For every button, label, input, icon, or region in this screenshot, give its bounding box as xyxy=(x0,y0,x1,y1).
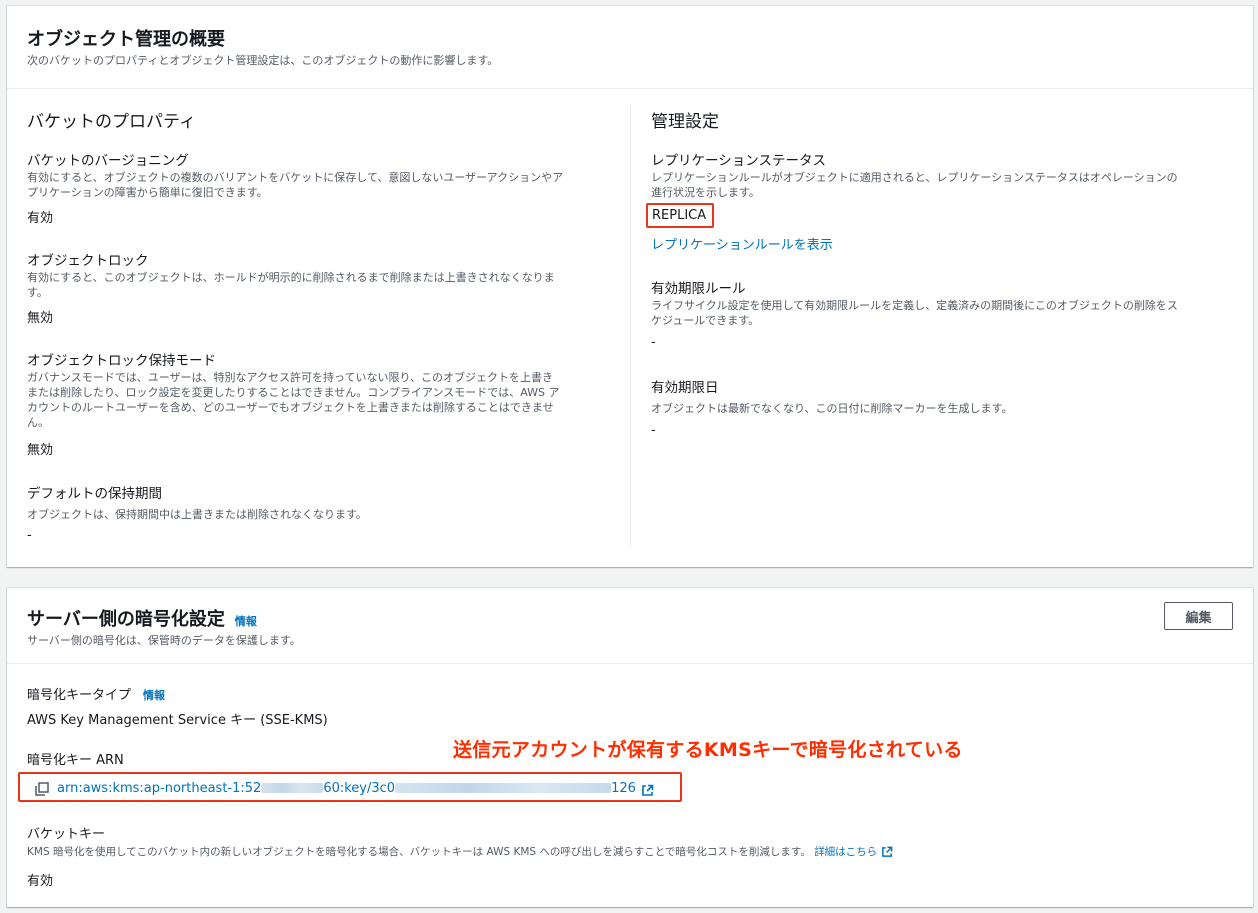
lock-mode-label: オブジェクトロック保持モード xyxy=(27,353,216,369)
external-link-icon[interactable] xyxy=(641,782,654,796)
edit-button[interactable]: 編集 xyxy=(1164,602,1233,630)
expiration-date-description: オブジェクトは最新でなくなり、この日付に削除マーカーを生成します。 xyxy=(651,402,1013,415)
view-replication-rules-link[interactable]: レプリケーションルールを表示 xyxy=(651,234,833,253)
bucket-key-description: KMS 暗号化を使用してこのバケット内の新しいオブジェクトを暗号化する場合、バケ… xyxy=(27,845,893,860)
replication-status-label: レプリケーションステータス xyxy=(651,153,826,169)
versioning-description: 有効にすると、オブジェクトの複数のバリアントをバケットに保存して、意図しないユー… xyxy=(27,171,564,199)
versioning-value: 有効 xyxy=(27,211,54,226)
redacted-key-id xyxy=(395,783,612,793)
key-arn-row: arn:aws:kms:ap-northeast-1:52 60:key/3c0 1… xyxy=(35,777,654,799)
key-arn-label: 暗号化キー ARN xyxy=(27,753,124,768)
encryption-info-link[interactable]: 情報 xyxy=(235,615,257,628)
retention-description: オブジェクトは、保持期間中は上書きまたは削除されなくなります。 xyxy=(27,508,367,521)
key-type-label: 暗号化キータイプ 情報 xyxy=(27,688,166,703)
object-lock-description: 有効にすると、このオブジェクトは、ホールドが明示的に削除されるまで削除または上書… xyxy=(27,271,555,299)
object-management-description: 次のバケットのプロパティとオブジェクト管理設定は、このオブジェクトの動作に影響し… xyxy=(27,54,499,67)
encryption-description: サーバー側の暗号化は、保管時のデータを保護します。 xyxy=(27,634,301,647)
encryption-title: サーバー側の暗号化設定 情報 xyxy=(27,609,257,630)
learn-more-link[interactable]: 詳細はこちら xyxy=(814,846,893,858)
bucket-key-label: バケットキー xyxy=(27,827,106,842)
object-management-header: オブジェクト管理の概要 次のバケットのプロパティとオブジェクト管理設定は、このオ… xyxy=(7,6,1253,89)
object-management-title: オブジェクト管理の概要 xyxy=(27,29,225,50)
versioning-label: バケットのバージョニング xyxy=(27,153,189,169)
expiration-date-label: 有効期限日 xyxy=(651,380,719,396)
lock-mode-value: 無効 xyxy=(27,443,54,458)
learn-more-external-icon xyxy=(881,846,893,858)
encryption-panel: サーバー側の暗号化設定 情報 サーバー側の暗号化は、保管時のデータを保護します。 … xyxy=(7,588,1253,907)
expiration-rule-value: - xyxy=(651,335,656,350)
expiration-rule-description: ライフサイクル設定を使用して有効期限ルールを定義し、定義済みの期間後にこのオブジ… xyxy=(651,299,1178,327)
retention-value: - xyxy=(27,528,32,543)
lock-mode-description: ガバナンスモードでは、ユーザーは、特別なアクセス許可を持っていない限り、このオブ… xyxy=(27,371,560,429)
replication-status-description: レプリケーションルールがオブジェクトに適用されると、レプリケーションステータスは… xyxy=(651,171,1178,199)
object-lock-label: オブジェクトロック xyxy=(27,253,149,269)
management-settings-title: 管理設定 xyxy=(651,112,719,132)
object-management-panel: オブジェクト管理の概要 次のバケットのプロパティとオブジェクト管理設定は、このオ… xyxy=(7,6,1253,567)
key-type-info-link[interactable]: 情報 xyxy=(143,689,165,702)
expiration-rule-label: 有効期限ルール xyxy=(651,281,746,297)
key-arn-link[interactable]: arn:aws:kms:ap-northeast-1:52 60:key/3c0 1… xyxy=(57,781,636,796)
bucket-properties-title: バケットのプロパティ xyxy=(27,112,196,132)
copy-icon[interactable] xyxy=(35,781,49,796)
retention-label: デフォルトの保持期間 xyxy=(27,486,162,502)
bucket-key-value: 有効 xyxy=(27,874,54,889)
encryption-header: サーバー側の暗号化設定 情報 サーバー側の暗号化は、保管時のデータを保護します。 … xyxy=(7,588,1253,664)
expiration-date-value: - xyxy=(651,423,656,438)
key-type-value: AWS Key Management Service キー (SSE-KMS) xyxy=(27,713,328,728)
column-divider xyxy=(630,106,631,548)
annotation-text: 送信元アカウントが保有するKMSキーで暗号化されている xyxy=(453,739,963,761)
object-lock-value: 無効 xyxy=(27,311,54,326)
replication-status-value: REPLICA xyxy=(652,208,707,223)
redacted-account-id xyxy=(261,783,324,793)
